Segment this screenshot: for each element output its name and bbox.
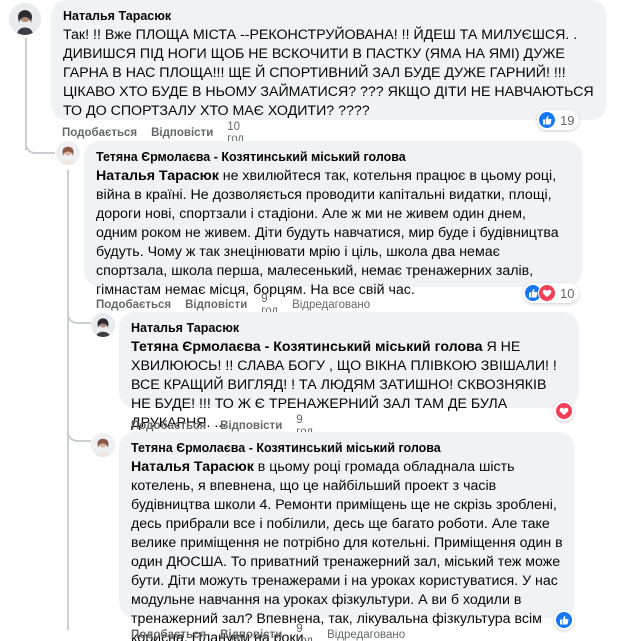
reaction-summary[interactable]: 19 — [537, 110, 580, 130]
reply-button[interactable]: Відповісти — [185, 299, 247, 311]
like-button[interactable]: Подобається — [62, 127, 137, 139]
mention-link[interactable]: Тетяна Єрмолаєва - Козятинський міський … — [131, 339, 483, 355]
comment-text: Так! !! Вже ПЛОЩА МІСТА --РЕКОНСТРУЙОВАН… — [63, 27, 594, 119]
like-icon — [555, 611, 573, 629]
like-button[interactable]: Подобається — [131, 420, 206, 432]
comment-author[interactable]: Тетяна Єрмолаєва - Козятинський міський … — [131, 440, 563, 456]
like-button[interactable]: Подобається — [131, 629, 206, 641]
comment-author[interactable]: Тетяна Єрмолаєва - Козятинський міський … — [96, 149, 570, 165]
avatar[interactable] — [91, 313, 115, 337]
mention-link[interactable]: Наталья Тарасюк — [131, 459, 254, 475]
user-avatar-icon — [91, 313, 115, 337]
thread-elbow-reply-3 — [67, 418, 91, 442]
comment-text: Наталья Тарасюк в цьому році громада обл… — [131, 459, 563, 641]
like-button[interactable]: Подобається — [96, 299, 171, 311]
reaction-count: 10 — [560, 285, 575, 301]
edited-label[interactable]: Відредаговано — [292, 299, 370, 311]
reply-button[interactable]: Відповісти — [220, 420, 282, 432]
reaction-summary[interactable]: 10 — [523, 283, 580, 303]
user-avatar-icon — [91, 433, 115, 457]
comment-timestamp[interactable]: 9 год — [296, 623, 313, 641]
reply-button[interactable]: Відповісти — [151, 127, 213, 139]
love-icon — [555, 402, 573, 420]
comment-author[interactable]: Наталья Тарасюк — [131, 320, 567, 336]
comment-bubble: Тетяна Єрмолаєва - Козятинський міський … — [119, 432, 575, 641]
edited-label[interactable]: Відредаговано — [327, 629, 405, 641]
like-icon — [538, 111, 556, 129]
avatar[interactable] — [56, 141, 80, 165]
reply-button[interactable]: Відповісти — [220, 629, 282, 641]
comment-author[interactable]: Наталья Тарасюк — [63, 8, 595, 24]
comment-actions: Подобається Відповісти 9 год Відредагова… — [131, 623, 405, 641]
thread-elbow-reply-2 — [67, 300, 91, 324]
thread-elbow-reply-1 — [25, 118, 55, 154]
reaction-summary[interactable] — [554, 610, 574, 630]
reaction-count: 19 — [560, 112, 575, 128]
user-avatar-icon — [56, 141, 80, 165]
love-icon — [538, 284, 556, 302]
avatar[interactable] — [91, 433, 115, 457]
comment-text: Наталья Тарасюк не хвилюйтеся так, котел… — [96, 168, 559, 298]
user-avatar-icon — [9, 3, 41, 35]
mention-link[interactable]: Наталья Тарасюк — [96, 168, 219, 184]
thread-line-reply — [67, 170, 69, 630]
comment-bubble: Тетяна Єрмолаєва - Козятинський міський … — [84, 141, 582, 298]
reaction-summary[interactable] — [554, 401, 574, 421]
comment-bubble: Наталья Тарасюк Так! !! Вже ПЛОЩА МІСТА … — [51, 0, 607, 120]
comment-bubble: Наталья Тарасюк Тетяна Єрмолаєва - Козят… — [119, 312, 579, 431]
avatar[interactable] — [9, 3, 41, 35]
